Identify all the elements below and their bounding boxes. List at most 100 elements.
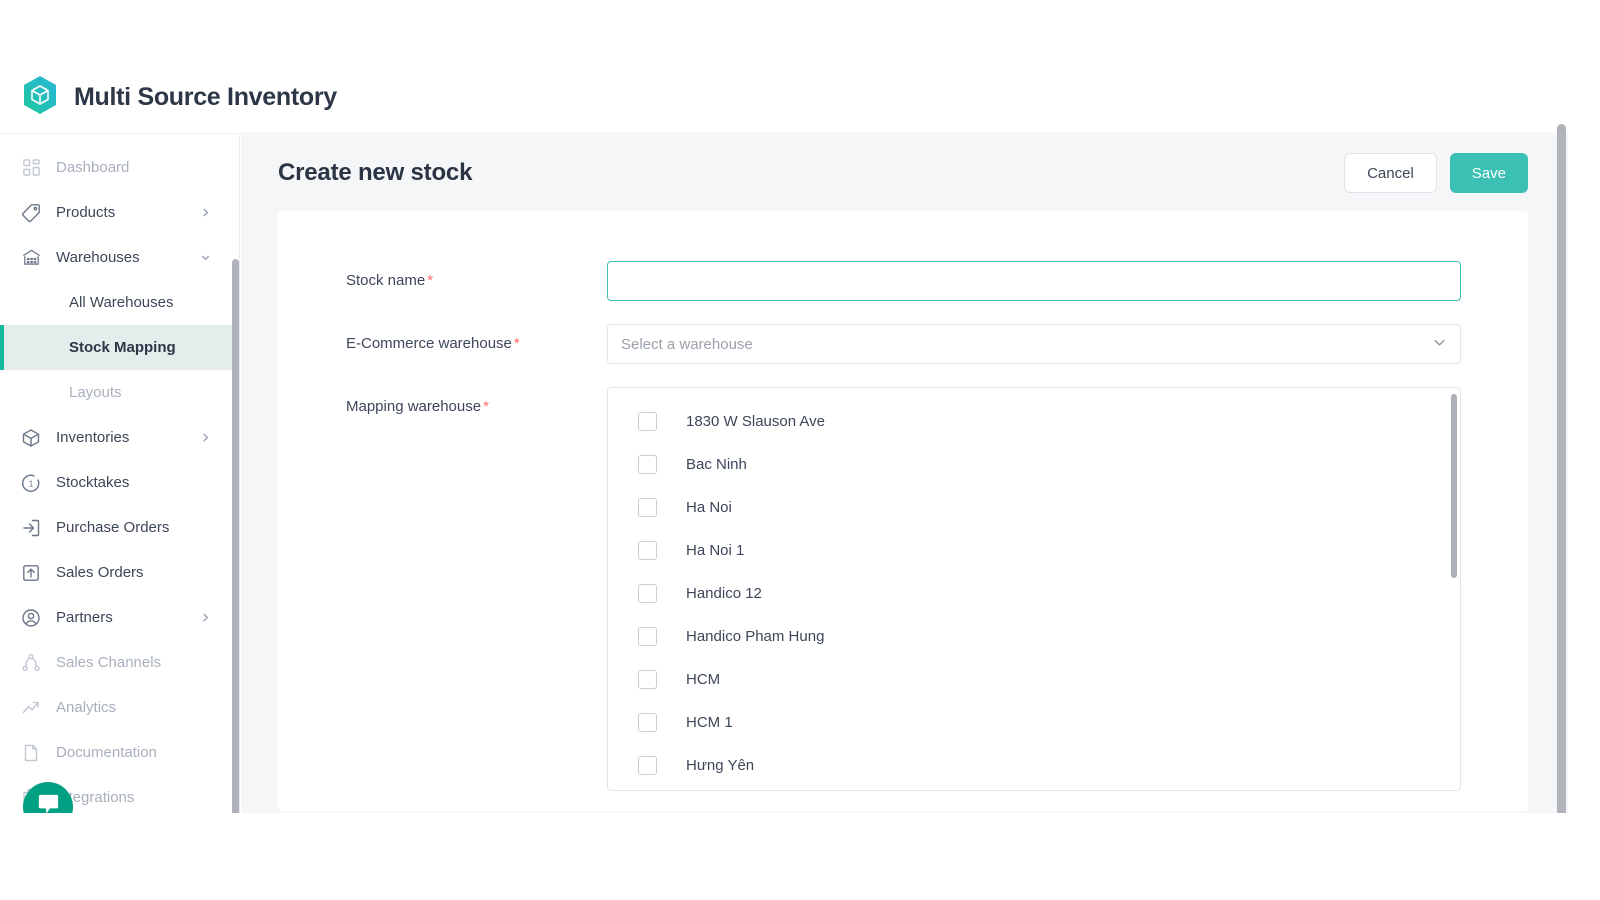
sidebar-item-dashboard[interactable]: Dashboard — [0, 145, 239, 190]
sidebar-scrollbar-track[interactable] — [231, 197, 239, 813]
warehouse-option-label: 1830 W Slauson Ave — [686, 413, 825, 430]
warehouse-option-row[interactable]: Hưng Yên — [608, 744, 1460, 787]
sidebar-item-sales-orders[interactable]: Sales Orders — [0, 550, 239, 595]
warehouse-option-checkbox[interactable] — [638, 670, 657, 689]
warehouse-option-checkbox[interactable] — [638, 713, 657, 732]
sidebar-item-label: Dashboard — [56, 159, 239, 176]
sidebar-item-sales-channels[interactable]: Sales Channels — [0, 640, 239, 685]
warehouse-option-row[interactable]: 1830 W Slauson Ave — [608, 400, 1460, 443]
sidebar-item-inventories[interactable]: Inventories — [0, 415, 239, 460]
sidebar-item-label: Products — [56, 204, 200, 221]
stock-name-label: Stock name* — [346, 261, 607, 289]
sidebar-item-label: Analytics — [56, 699, 239, 716]
sidebar-item-label: Sales Channels — [56, 654, 239, 671]
arrow-into-box-icon — [20, 517, 42, 539]
sidebar-item-label: Inventories — [56, 429, 200, 446]
chevron-right-icon — [200, 207, 211, 218]
dashboard-grid-icon — [20, 157, 42, 179]
warehouse-option-label: Handico 12 — [686, 585, 762, 602]
required-asterisk: * — [514, 335, 520, 352]
share-nodes-icon — [20, 652, 42, 674]
warehouse-option-checkbox[interactable] — [638, 412, 657, 431]
app-header: Multi Source Inventory — [0, 62, 1568, 134]
app-title: Multi Source Inventory — [74, 83, 337, 112]
list-scrollbar-thumb[interactable] — [1451, 394, 1457, 578]
warehouse-option-checkbox[interactable] — [638, 756, 657, 775]
sidebar-item-products[interactable]: Products — [0, 190, 239, 235]
sidebar-item-purchase-orders[interactable]: Purchase Orders — [0, 505, 239, 550]
sidebar-item-stocktakes[interactable]: 1 Stocktakes — [0, 460, 239, 505]
sidebar-item-warehouses[interactable]: Warehouses — [0, 235, 239, 280]
form-row-mapping-warehouse: Mapping warehouse* 1830 W Slauson Ave Bac… — [278, 387, 1528, 791]
sidebar-item-label: Sales Orders — [56, 564, 239, 581]
warehouse-option-row[interactable]: Ha Noi — [608, 486, 1460, 529]
required-asterisk: * — [427, 272, 433, 289]
cancel-button[interactable]: Cancel — [1344, 153, 1437, 193]
warehouse-option-row[interactable]: Bac Ninh — [608, 443, 1460, 486]
form-row-ecommerce-warehouse: E-Commerce warehouse* Select a warehouse — [278, 324, 1528, 364]
ecommerce-warehouse-label-text: E-Commerce warehouse — [346, 335, 512, 352]
warehouse-option-row[interactable]: Handico 12 — [608, 572, 1460, 615]
mapping-warehouse-label-text: Mapping warehouse — [346, 398, 481, 415]
page-toolbar: Create new stock Cancel Save — [241, 135, 1568, 211]
page-scrollbar-thumb[interactable] — [1557, 124, 1566, 813]
warehouse-option-row[interactable]: HCM — [608, 658, 1460, 701]
warehouse-option-label: HCM — [686, 671, 720, 688]
sidebar-item-label: Purchase Orders — [56, 519, 239, 536]
sidebar-item-label: Partners — [56, 609, 200, 626]
create-stock-form-card: Stock name* E-Commerce warehouse* Select… — [278, 211, 1528, 811]
sidebar-subitem-label: Stock Mapping — [69, 339, 176, 356]
document-icon — [20, 742, 42, 764]
warehouse-option-label: Handico Pham Hung — [686, 628, 824, 645]
ecommerce-warehouse-select[interactable]: Select a warehouse — [607, 324, 1461, 364]
warehouse-option-row[interactable]: Handico Pham Hung — [608, 615, 1460, 658]
stock-name-field-wrap — [607, 261, 1528, 301]
warehouse-option-label: Ha Noi — [686, 499, 732, 516]
sidebar-item-label: Stocktakes — [56, 474, 239, 491]
sidebar-subitem-label: Layouts — [69, 384, 122, 401]
svg-text:1: 1 — [29, 478, 34, 488]
warehouse-option-row[interactable]: Ha Noi 1 — [608, 529, 1460, 572]
warehouse-option-label: Ha Noi 1 — [686, 542, 744, 559]
sidebar-item-all-warehouses[interactable]: All Warehouses — [0, 280, 239, 325]
tag-icon — [20, 202, 42, 224]
cube-hexagon-logo-icon — [22, 75, 58, 120]
chat-bubble-icon — [35, 791, 62, 813]
mapping-warehouse-checkbox-list[interactable]: 1830 W Slauson Ave Bac Ninh Ha Noi Ha Noi 1… — [607, 387, 1461, 791]
stock-name-label-text: Stock name — [346, 272, 425, 289]
sidebar-subitem-label: All Warehouses — [69, 294, 174, 311]
ecommerce-warehouse-field-wrap: Select a warehouse — [607, 324, 1528, 364]
sidebar-item-documentation[interactable]: Documentation — [0, 730, 239, 775]
warehouse-option-checkbox[interactable] — [638, 627, 657, 646]
sidebar-navigation: Dashboard Products — [0, 135, 240, 813]
sidebar-item-analytics[interactable]: Analytics — [0, 685, 239, 730]
save-button[interactable]: Save — [1450, 153, 1528, 193]
form-row-stock-name: Stock name* — [278, 261, 1528, 301]
warehouse-option-checkbox[interactable] — [638, 498, 657, 517]
mapping-warehouse-label: Mapping warehouse* — [346, 387, 607, 415]
warehouse-option-checkbox[interactable] — [638, 584, 657, 603]
sidebar-item-stock-mapping[interactable]: Stock Mapping — [0, 325, 239, 370]
chevron-right-icon — [200, 612, 211, 623]
user-circle-icon — [20, 607, 42, 629]
chevron-down-icon — [1432, 335, 1447, 354]
warehouse-option-checkbox[interactable] — [638, 541, 657, 560]
ecommerce-warehouse-label: E-Commerce warehouse* — [346, 324, 607, 352]
main-content: Create new stock Cancel Save Stock name*… — [241, 135, 1568, 813]
sidebar-item-layouts[interactable]: Layouts — [0, 370, 239, 415]
sidebar-item-label: Documentation — [56, 744, 239, 761]
trend-up-icon — [20, 697, 42, 719]
warehouse-option-row[interactable]: HCM 1 — [608, 701, 1460, 744]
required-asterisk: * — [483, 398, 489, 415]
below-viewport-fill — [0, 813, 1600, 900]
warehouse-option-label: Bac Ninh — [686, 456, 747, 473]
chevron-right-icon — [200, 432, 211, 443]
warehouse-option-label: HCM 1 — [686, 714, 733, 731]
stock-name-input[interactable] — [607, 261, 1461, 301]
mapping-warehouse-field-wrap: 1830 W Slauson Ave Bac Ninh Ha Noi Ha Noi 1… — [607, 387, 1528, 791]
sidebar-scrollbar-thumb[interactable] — [232, 259, 239, 813]
warehouse-option-checkbox[interactable] — [638, 455, 657, 474]
application-window: Multi Source Inventory Dashboard Product… — [0, 62, 1568, 813]
sidebar-item-partners[interactable]: Partners — [0, 595, 239, 640]
arrow-out-of-box-icon — [20, 562, 42, 584]
